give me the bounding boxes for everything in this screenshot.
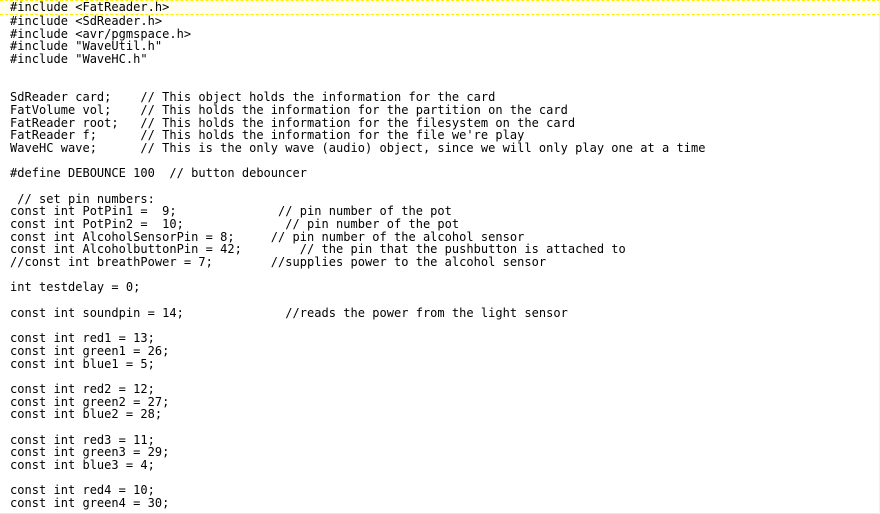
code-block[interactable]: #include <FatReader.h> #include <SdReader…	[0, 0, 879, 510]
code-line[interactable]: WaveHC wave; // This is the only wave (a…	[0, 142, 879, 155]
code-line[interactable]	[0, 66, 879, 79]
code-line[interactable]: FatVolume vol; // This holds the informa…	[0, 104, 879, 117]
code-line[interactable]	[0, 421, 879, 434]
code-line[interactable]: const int red2 = 12;	[0, 383, 879, 396]
code-line[interactable]: const int soundpin = 14; //reads the pow…	[0, 307, 879, 320]
code-line[interactable]: SdReader card; // This object holds the …	[0, 91, 879, 104]
code-line[interactable]: const int PotPin2 = 10; // pin number of…	[0, 218, 879, 231]
code-line[interactable]	[0, 294, 879, 307]
code-line[interactable]: #include <SdReader.h>	[0, 15, 879, 28]
code-line[interactable]: int testdelay = 0;	[0, 281, 879, 294]
code-line[interactable]: const int red1 = 13;	[0, 332, 879, 345]
code-line[interactable]: #include "WaveHC.h"	[0, 53, 879, 66]
code-line[interactable]: const int green4 = 30;	[0, 497, 879, 510]
code-line[interactable]: const int blue1 = 5;	[0, 357, 879, 371]
code-listing-pane[interactable]: #include <FatReader.h> #include <SdReader…	[0, 0, 880, 514]
code-line[interactable]: FatReader f; // This holds the informati…	[0, 129, 879, 142]
code-line[interactable]: const int green1 = 26;	[0, 345, 879, 358]
code-line-highlighted[interactable]: #include <FatReader.h>	[0, 0, 879, 15]
code-line[interactable]: #define DEBOUNCE 100 // button debouncer	[0, 167, 879, 180]
code-line[interactable]: //const int breathPower = 7; //supplies …	[0, 256, 879, 269]
code-line[interactable]: const int blue3 = 4;	[0, 459, 879, 472]
code-line[interactable]	[0, 180, 879, 193]
code-line[interactable]: const int blue2 = 28;	[0, 408, 879, 421]
